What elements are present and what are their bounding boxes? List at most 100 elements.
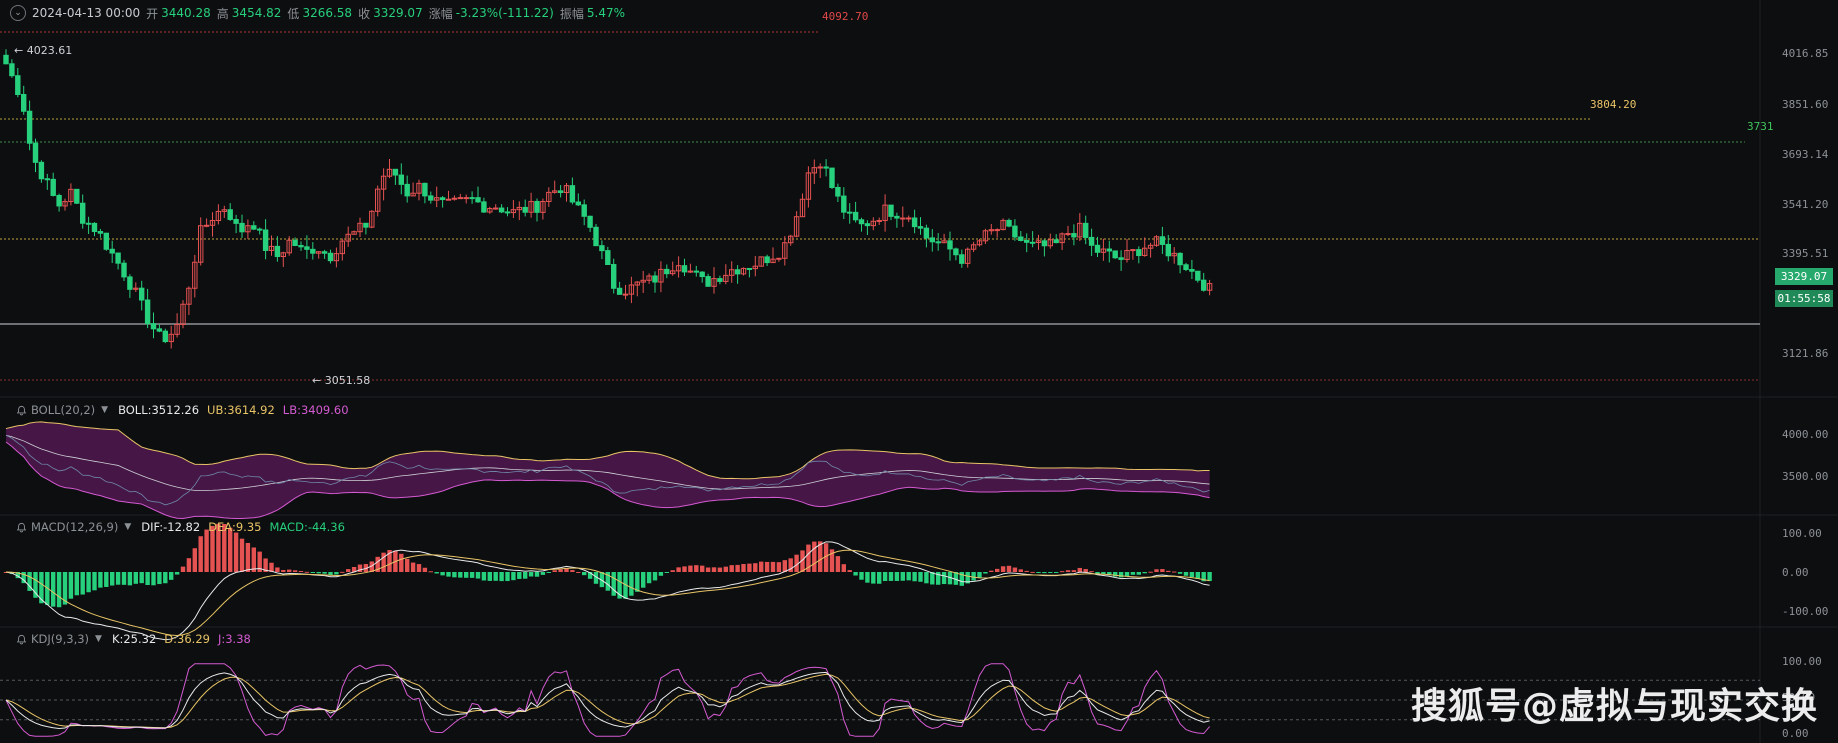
macd-bar	[570, 570, 575, 572]
macd-bar	[871, 572, 876, 584]
macd-bar	[1124, 572, 1130, 577]
macd-bar	[983, 572, 988, 574]
macd-bar	[688, 565, 693, 572]
candle-body	[1112, 250, 1118, 259]
macd-bar	[316, 572, 321, 574]
macd-bar	[157, 572, 162, 585]
candle-body	[705, 276, 711, 287]
macd-bar	[658, 572, 664, 576]
candle-body	[959, 254, 965, 264]
macd-bar	[245, 542, 251, 572]
candle-body	[3, 54, 9, 65]
boll-axis-tick: 3500.00	[1782, 470, 1828, 483]
candle-body	[15, 75, 21, 96]
bell-icon[interactable]	[16, 405, 27, 416]
candle-body	[581, 204, 587, 217]
macd-bar	[711, 567, 717, 572]
macd-bar	[540, 572, 546, 575]
boll-name: BOLL(20,2)	[31, 403, 96, 417]
macd-bar	[576, 571, 581, 573]
chart-canvas[interactable]: 4092.70 3804.20 3731 4016.85 3851.60 3693.14 3…	[0, 0, 1838, 743]
macd-bar	[641, 572, 646, 588]
macd-bar	[1095, 572, 1100, 574]
candle-body	[616, 287, 623, 295]
close-label: 收	[358, 6, 371, 21]
candle-body	[292, 239, 298, 247]
macd-bar	[281, 570, 286, 572]
close-value: 3329.07	[373, 6, 423, 20]
macd-bar	[469, 572, 475, 578]
macd-bar	[139, 572, 144, 584]
macd-bar	[782, 560, 787, 572]
candles-group	[3, 49, 1213, 349]
macd-bar	[894, 572, 900, 581]
price-axis-tick: 3541.20	[1782, 198, 1828, 211]
candle-body	[929, 237, 935, 243]
macd-bar	[39, 572, 44, 604]
candle-body	[445, 198, 452, 201]
macd-bar	[906, 572, 911, 581]
macd-bar	[446, 572, 451, 577]
candle-body	[9, 63, 15, 77]
macd-bar	[110, 572, 115, 586]
macd-bar	[635, 572, 640, 592]
macd-dropdown-icon[interactable]: ▼	[124, 522, 131, 532]
candle-body	[764, 256, 770, 264]
candle-body	[38, 161, 45, 180]
macd-bar	[735, 564, 740, 572]
macd-bar	[1006, 565, 1012, 572]
candle-body	[363, 222, 369, 228]
candle-body	[852, 211, 859, 221]
candle-body	[21, 94, 27, 112]
candle-body	[817, 166, 823, 169]
change-label: 涨幅	[428, 6, 453, 21]
macd-bar	[180, 566, 186, 572]
candle-body	[823, 166, 829, 169]
candle-body	[1201, 279, 1207, 291]
candle-body	[469, 197, 475, 200]
macd-bar	[900, 572, 905, 581]
macd-bar	[646, 572, 652, 584]
macd-bar	[847, 570, 852, 572]
macd-bar	[918, 572, 923, 582]
candle-body	[257, 228, 263, 231]
macd-bar	[776, 562, 782, 572]
candle-body	[26, 110, 33, 144]
candle-body	[428, 195, 434, 201]
collapse-chevron-icon[interactable]: ⌄	[10, 5, 26, 21]
macd-bar	[1189, 572, 1195, 578]
macd-bar	[292, 570, 298, 572]
watermark: 搜狐号@虚拟与现实交换	[1410, 686, 1818, 727]
candle-body	[1041, 240, 1048, 247]
macd-bar	[941, 572, 947, 585]
macd-bar	[877, 572, 882, 584]
macd-bar	[127, 572, 133, 586]
bell-icon[interactable]	[16, 522, 27, 533]
candle-body	[569, 185, 576, 203]
kdj-dropdown-icon[interactable]: ▼	[95, 634, 102, 644]
candlestick-chart[interactable]: 4092.70 3804.20 3731 4016.85 3851.60 3693.14 3…	[0, 0, 1838, 743]
candle-body	[44, 178, 50, 181]
macd-bar	[1130, 572, 1136, 575]
candle-body	[1012, 225, 1018, 238]
macd-bar	[186, 558, 192, 572]
boll-dropdown-icon[interactable]: ▼	[101, 405, 108, 415]
bell-icon[interactable]	[16, 634, 27, 645]
candle-body	[50, 178, 56, 196]
candle-body	[1094, 244, 1101, 253]
macd-bar	[1059, 571, 1065, 573]
macd-bar	[853, 572, 858, 576]
macd-bar	[1054, 572, 1059, 573]
candle-body	[935, 241, 941, 244]
macd-bar	[1089, 571, 1094, 573]
macd-bar	[676, 567, 681, 572]
macd-bar	[1042, 572, 1047, 574]
candle-body	[1189, 269, 1195, 272]
macd-bar	[104, 572, 109, 587]
macd-bar	[517, 572, 522, 579]
candle-body	[457, 197, 464, 200]
macd-bar	[694, 565, 699, 572]
candle-body	[917, 226, 924, 229]
macd-bar	[98, 572, 103, 588]
macd-bar	[1083, 569, 1088, 572]
